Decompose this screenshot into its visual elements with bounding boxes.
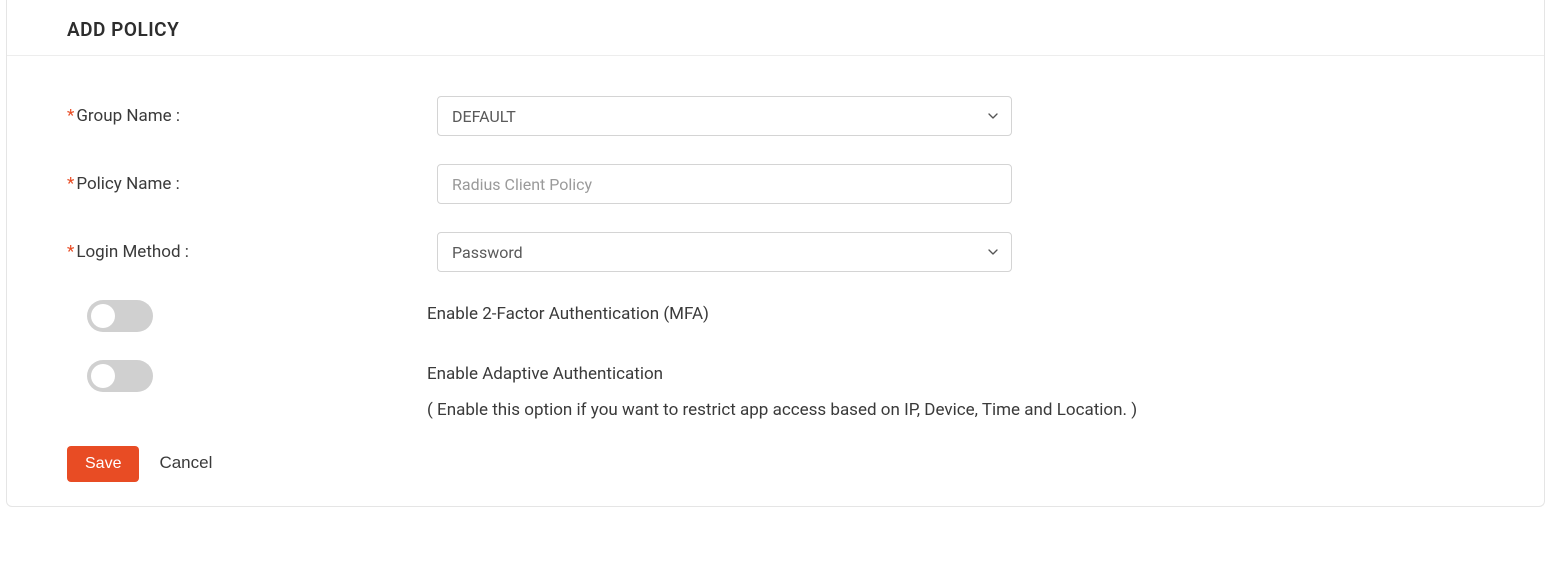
mfa-label: Enable 2-Factor Authentication (MFA) <box>427 300 709 324</box>
cancel-button[interactable]: Cancel <box>159 453 212 473</box>
group-name-input-col: DEFAULT <box>437 96 1012 136</box>
card-header: ADD POLICY <box>7 0 1544 56</box>
policy-name-label-text: Policy Name : <box>76 174 179 194</box>
required-star: * <box>67 106 74 126</box>
form-body: *Group Name : DEFAULT *Policy Name : *Lo… <box>7 56 1544 442</box>
save-button[interactable]: Save <box>67 446 139 482</box>
policy-name-input[interactable] <box>437 164 1012 204</box>
login-method-label-text: Login Method : <box>76 242 189 262</box>
login-method-row: *Login Method : Password <box>67 232 1484 272</box>
group-name-label-text: Group Name : <box>76 106 180 126</box>
adaptive-label-block: Enable Adaptive Authentication ( Enable … <box>427 360 1137 420</box>
adaptive-label: Enable Adaptive Authentication <box>427 360 1137 384</box>
toggle-knob <box>91 304 115 328</box>
mfa-toggle[interactable] <box>87 300 153 332</box>
adaptive-hint: ( Enable this option if you want to rest… <box>427 400 1137 420</box>
adaptive-toggle-col <box>67 360 427 392</box>
policy-name-input-col <box>437 164 1012 204</box>
required-star: * <box>67 242 74 262</box>
form-actions: Save Cancel <box>7 442 1544 486</box>
policy-name-row: *Policy Name : <box>67 164 1484 204</box>
mfa-row: Enable 2-Factor Authentication (MFA) <box>67 300 1484 332</box>
policy-name-label: *Policy Name : <box>67 174 437 194</box>
login-method-input-col: Password <box>437 232 1012 272</box>
page-title: ADD POLICY <box>67 18 1484 41</box>
login-method-label: *Login Method : <box>67 242 437 262</box>
group-name-label: *Group Name : <box>67 106 437 126</box>
group-name-select[interactable]: DEFAULT <box>437 96 1012 136</box>
required-star: * <box>67 174 74 194</box>
login-method-select[interactable]: Password <box>437 232 1012 272</box>
adaptive-row: Enable Adaptive Authentication ( Enable … <box>67 360 1484 420</box>
group-name-row: *Group Name : DEFAULT <box>67 96 1484 136</box>
mfa-toggle-col <box>67 300 427 332</box>
add-policy-card: ADD POLICY *Group Name : DEFAULT *Policy… <box>6 0 1545 507</box>
toggle-knob <box>91 364 115 388</box>
adaptive-toggle[interactable] <box>87 360 153 392</box>
